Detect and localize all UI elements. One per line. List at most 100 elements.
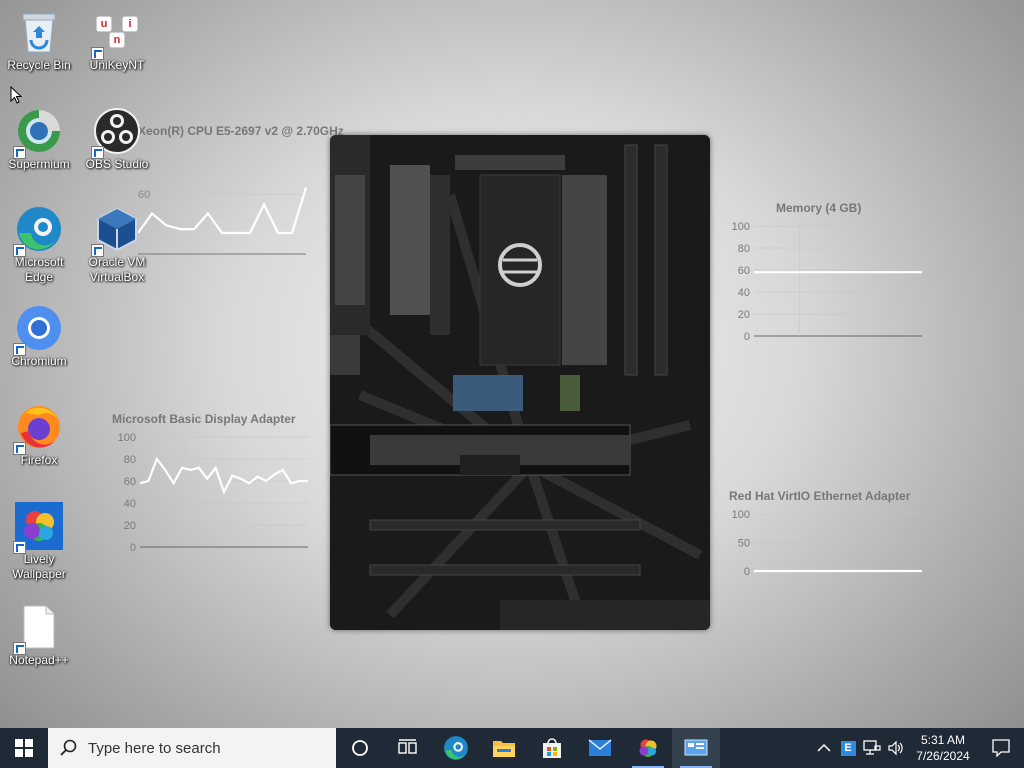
shortcut-arrow-icon — [13, 642, 26, 655]
windows-logo-icon — [15, 739, 33, 757]
edge-icon — [444, 736, 468, 760]
virtualbox-label: Oracle VM VirtualBox — [88, 255, 146, 284]
motherboard-wallpaper — [330, 135, 710, 630]
shortcut-arrow-icon — [13, 146, 26, 159]
task-view-button[interactable] — [384, 728, 432, 768]
network-tray-button[interactable] — [860, 728, 884, 768]
y-tick-label: 20 — [124, 520, 136, 532]
motherboard-graphic — [330, 135, 710, 630]
y-tick-label: 40 — [124, 498, 136, 510]
search-icon — [60, 739, 77, 756]
system-tray: E 5:31 AM 7/26/2024 — [812, 728, 1024, 768]
y-tick-label: 100 — [732, 509, 750, 521]
taskbar-search-box[interactable]: Type here to search — [48, 728, 336, 768]
gpu-widget-title: Microsoft Basic Display Adapter — [112, 412, 296, 426]
task-view-icon — [398, 739, 417, 754]
notification-icon — [992, 739, 1010, 757]
desktop-icon-virtualbox[interactable]: Oracle VM VirtualBox — [79, 205, 155, 285]
cpu-widget-title: Xeon(R) CPU E5-2697 v2 @ 2.70GHz — [138, 124, 344, 138]
chromium-icon — [13, 304, 63, 356]
notepad-label: Notepad++ — [9, 653, 69, 667]
tray-app-e-button[interactable]: E — [836, 728, 860, 768]
network-widget: Red Hat VirtIO Ethernet Adapter — [729, 489, 910, 503]
taskbar-lively-wallpaper-button[interactable] — [624, 728, 672, 768]
y-tick-label: 0 — [130, 542, 136, 554]
gpu-chart: 100 80 60 40 20 0 — [118, 432, 308, 554]
edge-label: Microsoft Edge — [14, 255, 64, 284]
lively-wallpaper-icon — [13, 502, 63, 554]
shortcut-arrow-icon — [13, 442, 26, 455]
edge-icon — [13, 205, 63, 257]
taskbar-clock[interactable]: 5:31 AM 7/26/2024 — [908, 732, 978, 764]
network-chart: 100 50 0 — [732, 509, 922, 578]
chevron-up-icon — [817, 743, 831, 752]
folder-icon — [493, 741, 515, 757]
volume-tray-button[interactable] — [884, 728, 908, 768]
supermium-icon — [13, 107, 63, 159]
memory-widget: Memory (4 GB) — [776, 201, 861, 215]
cpu-chart-svg: 60 — [137, 187, 308, 255]
desktop-icon-recycle-bin[interactable]: Recycle Bin — [1, 8, 77, 73]
desktop-icon-unikeynt[interactable]: u i n UniKeyNT — [79, 8, 155, 73]
lively-wallpaper-icon — [639, 739, 657, 757]
lively-wallpaper-label: Lively Wallpaper — [12, 552, 66, 581]
tray-badge-icon: E — [840, 740, 856, 756]
speaker-icon — [888, 740, 903, 756]
mail-envelope-icon — [588, 739, 612, 756]
desktop-icon-notepad-plus-plus[interactable]: Notepad++ — [1, 603, 77, 668]
cortana-button[interactable] — [336, 728, 384, 768]
taskbar-control-panel-button[interactable] — [672, 728, 720, 768]
desktop: Xeon(R) CPU E5-2697 v2 @ 2.70GHz 60 Memo… — [0, 0, 1024, 728]
shortcut-arrow-icon — [91, 146, 104, 159]
clock-time: 5:31 AM — [920, 733, 966, 747]
start-button[interactable] — [0, 728, 48, 768]
desktop-icon-firefox[interactable]: Firefox — [1, 403, 77, 468]
taskbar-mail-button[interactable] — [576, 728, 624, 768]
y-tick-label: 80 — [124, 454, 136, 466]
shortcut-arrow-icon — [91, 47, 104, 60]
store-bag-icon — [543, 738, 561, 758]
obs-label: OBS Studio — [85, 157, 149, 171]
taskbar-store-button[interactable] — [528, 728, 576, 768]
y-tick-label: 60 — [124, 476, 136, 488]
shortcut-arrow-icon — [91, 244, 104, 257]
recycle-bin-label: Recycle Bin — [7, 58, 71, 72]
firefox-icon — [13, 403, 63, 455]
gpu-widget: Microsoft Basic Display Adapter — [112, 412, 296, 426]
supermium-label: Supermium — [8, 157, 70, 171]
desktop-icon-lively-wallpaper[interactable]: Lively Wallpaper — [1, 502, 77, 582]
series-line — [137, 187, 308, 235]
chromium-label: Chromium — [11, 354, 67, 368]
network-widget-title: Red Hat VirtIO Ethernet Adapter — [729, 489, 911, 503]
obs-icon — [91, 107, 141, 159]
y-tick-label: 20 — [738, 309, 750, 321]
shortcut-arrow-icon — [13, 244, 26, 257]
mouse-cursor-icon — [10, 86, 22, 104]
y-tick-label: 100 — [118, 432, 136, 444]
taskbar: Type here to search E 5:31 AM 7/26/2024 — [0, 728, 1024, 768]
notepad-file-icon — [13, 603, 63, 655]
cpu-widget: Xeon(R) CPU E5-2697 v2 @ 2.70GHz 60 — [137, 124, 344, 263]
recycle-bin-icon — [15, 8, 63, 56]
y-tick-label: 0 — [744, 566, 750, 578]
y-tick-label: 40 — [738, 287, 750, 299]
desktop-icon-chromium[interactable]: Chromium — [1, 304, 77, 369]
show-hidden-icons-button[interactable] — [812, 728, 836, 768]
search-placeholder: Type here to search — [88, 739, 221, 757]
y-tick-label: 100 — [732, 221, 750, 233]
network-wired-icon — [863, 740, 881, 755]
taskbar-edge-button[interactable] — [432, 728, 480, 768]
desktop-icon-supermium[interactable]: Supermium — [1, 107, 77, 172]
shortcut-arrow-icon — [13, 541, 26, 554]
action-center-button[interactable] — [978, 728, 1024, 768]
unikey-label: UniKeyNT — [89, 58, 145, 72]
taskbar-file-explorer-button[interactable] — [480, 728, 528, 768]
cortana-circle-icon — [352, 740, 368, 756]
y-tick-label: 60 — [138, 189, 150, 201]
y-tick-label: 0 — [744, 331, 750, 343]
cpu-chart: 60 — [137, 138, 344, 263]
shortcut-arrow-icon — [13, 343, 26, 356]
desktop-icon-obs-studio[interactable]: OBS Studio — [79, 107, 155, 172]
unikey-icon: u i n — [91, 8, 141, 60]
desktop-icon-microsoft-edge[interactable]: Microsoft Edge — [1, 205, 77, 285]
